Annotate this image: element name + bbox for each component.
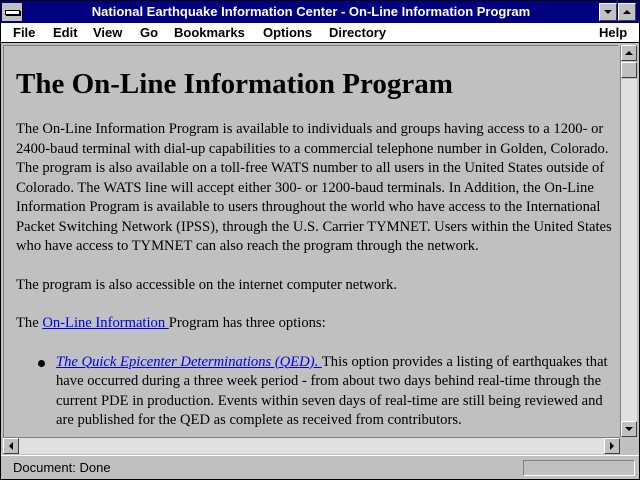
- progress-indicator: [523, 460, 635, 476]
- title-bar[interactable]: National Earthquake Information Center -…: [1, 1, 639, 23]
- bullet-icon: [38, 359, 45, 367]
- list-item: The Quick Epicenter Determinations (QED)…: [16, 353, 612, 431]
- menu-options[interactable]: Options: [263, 24, 312, 41]
- menu-bookmarks[interactable]: Bookmarks: [174, 24, 245, 41]
- options-paragraph: The On-Line Information Program has thre…: [16, 314, 612, 334]
- menu-go[interactable]: Go: [140, 24, 158, 41]
- arrow-right-icon[interactable]: [604, 438, 620, 454]
- menu-help[interactable]: Help: [599, 24, 627, 41]
- horizontal-scrollbar[interactable]: [3, 437, 620, 454]
- system-menu-icon[interactable]: [2, 3, 23, 21]
- status-text: Document: Done: [13, 460, 111, 475]
- internet-paragraph: The program is also accessible on the in…: [16, 276, 397, 293]
- vertical-scroll-thumb[interactable]: [621, 62, 637, 78]
- status-bar: Document: Done: [1, 455, 639, 479]
- qed-link[interactable]: The Quick Epicenter Determinations (QED)…: [56, 354, 322, 370]
- online-information-link[interactable]: On-Line Information: [42, 315, 168, 331]
- menu-bar: File Edit View Go Bookmarks Options Dire…: [1, 23, 639, 43]
- page-title: The On-Line Information Program: [16, 68, 453, 100]
- options-prefix: The: [16, 315, 43, 331]
- arrow-down-icon[interactable]: [621, 421, 637, 437]
- scrollbar-corner: [620, 437, 637, 454]
- maximize-icon[interactable]: [618, 3, 636, 21]
- menu-edit[interactable]: Edit: [53, 24, 78, 41]
- document-view[interactable]: The On-Line Information Program The On-L…: [3, 45, 618, 438]
- minimize-icon[interactable]: [599, 3, 617, 21]
- menu-view[interactable]: View: [93, 24, 122, 41]
- vertical-scroll-track[interactable]: [621, 79, 637, 421]
- menu-file[interactable]: File: [13, 24, 35, 41]
- window-title: National Earthquake Information Center -…: [91, 4, 531, 19]
- options-suffix: Program has three options:: [168, 315, 326, 331]
- browser-window: National Earthquake Information Center -…: [0, 0, 640, 480]
- menu-directory[interactable]: Directory: [329, 24, 386, 41]
- page-body: The On-Line Information Program The On-L…: [16, 46, 612, 431]
- arrow-up-icon[interactable]: [621, 45, 637, 61]
- vertical-scrollbar[interactable]: [620, 45, 637, 437]
- intro-paragraph: The On-Line Information Program is avail…: [16, 121, 612, 254]
- arrow-left-icon[interactable]: [3, 438, 19, 454]
